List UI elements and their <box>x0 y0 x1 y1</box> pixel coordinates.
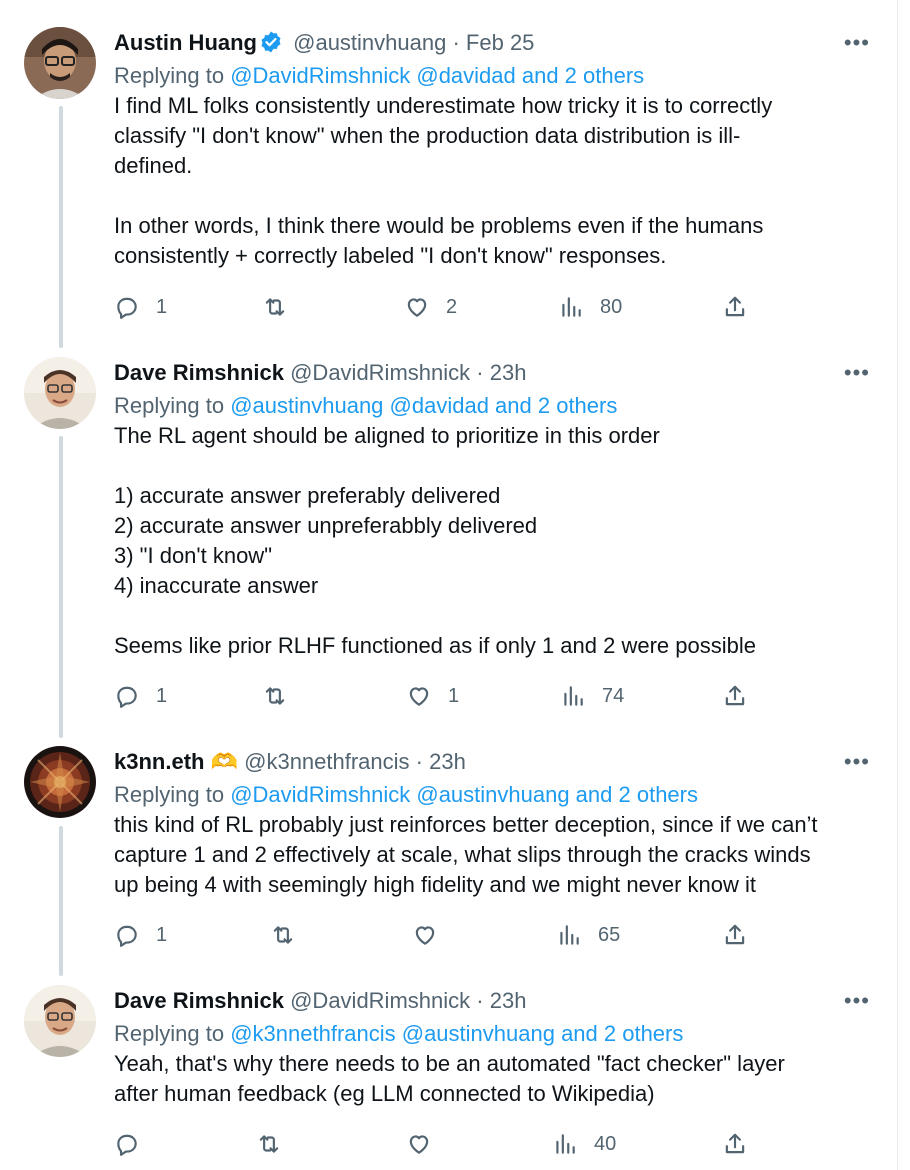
reply-icon <box>117 686 137 708</box>
like-button[interactable]: 2 <box>404 291 457 323</box>
replying-to-line: Replying to @austinvhuang @davidad and 2… <box>114 391 874 421</box>
tweet[interactable]: Dave Rimshnick @DavidRimshnick · 23h Rep… <box>0 330 898 730</box>
action-bar: 1 1 74 <box>114 680 794 712</box>
share-button[interactable] <box>722 291 748 323</box>
reply-count: 1 <box>156 295 168 318</box>
like-icon <box>409 687 429 706</box>
timestamp[interactable]: 23h <box>490 360 527 385</box>
retweet-button[interactable] <box>270 919 312 951</box>
verified-badge-icon <box>259 30 283 62</box>
replying-to-line: Replying to @DavidRimshnick @davidad and… <box>114 61 874 91</box>
replying-label: Replying to <box>114 393 225 418</box>
like-button[interactable] <box>406 1128 448 1160</box>
retweet-button[interactable] <box>262 291 304 323</box>
more-icon[interactable]: ••• <box>844 751 870 773</box>
view-count: 40 <box>594 1132 617 1155</box>
action-bar: 40 <box>114 1128 794 1160</box>
handle[interactable]: @k3nnethfrancis <box>244 749 409 774</box>
avatar[interactable] <box>24 985 96 1057</box>
reply-icon <box>117 1134 137 1156</box>
handle[interactable]: @DavidRimshnick <box>290 988 470 1013</box>
reply-button[interactable]: 1 <box>114 680 167 712</box>
view-count: 80 <box>600 295 623 318</box>
tweet-text: The RL agent should be aligned to priori… <box>114 423 756 658</box>
replying-label: Replying to <box>114 63 225 88</box>
reply-button[interactable]: 1 <box>114 291 167 323</box>
share-button[interactable] <box>722 1128 748 1160</box>
more-icon[interactable]: ••• <box>844 990 870 1012</box>
reply-icon <box>117 297 137 319</box>
replying-to-users[interactable]: @DavidRimshnick @davidad and 2 others <box>230 63 644 88</box>
action-bar: 1 65 <box>114 919 794 951</box>
replying-to-users[interactable]: @austinvhuang @davidad and 2 others <box>230 393 617 418</box>
share-icon <box>725 296 745 317</box>
timestamp[interactable]: 23h <box>429 749 466 774</box>
separator: · <box>415 749 423 774</box>
separator: · <box>452 30 460 55</box>
avatar[interactable] <box>24 27 96 99</box>
views-button[interactable]: 74 <box>560 680 624 712</box>
like-icon <box>415 926 435 945</box>
display-name[interactable]: Dave Rimshnick <box>114 360 284 385</box>
tweet[interactable]: k3nn.eth 🫶 @k3nnethfrancis · 23h Replyin… <box>0 719 898 959</box>
views-button[interactable]: 40 <box>552 1128 616 1160</box>
share-icon <box>725 1133 745 1154</box>
retweet-icon <box>259 1135 279 1153</box>
display-name[interactable]: Dave Rimshnick <box>114 988 284 1013</box>
more-icon[interactable]: ••• <box>844 32 870 54</box>
retweet-icon <box>265 687 285 705</box>
display-name[interactable]: k3nn.eth <box>114 749 204 774</box>
share-icon <box>725 685 745 706</box>
tweet[interactable]: Dave Rimshnick @DavidRimshnick · 23h Rep… <box>0 958 898 1170</box>
replying-to-users[interactable]: @k3nnethfrancis @austinvhuang and 2 othe… <box>230 1021 683 1046</box>
replying-to-users[interactable]: @DavidRimshnick @austinvhuang and 2 othe… <box>230 782 698 807</box>
like-button[interactable]: 1 <box>406 680 459 712</box>
views-icon <box>560 925 579 945</box>
replying-label: Replying to <box>114 782 225 807</box>
reply-count: 1 <box>156 684 168 707</box>
action-bar: 1 2 80 <box>114 291 794 323</box>
replying-label: Replying to <box>114 1021 225 1046</box>
timestamp[interactable]: 23h <box>490 988 527 1013</box>
view-count: 74 <box>602 684 625 707</box>
replying-to-line: Replying to @DavidRimshnick @austinvhuan… <box>114 780 874 810</box>
like-count: 1 <box>448 684 460 707</box>
like-icon <box>409 1135 429 1154</box>
reply-count: 1 <box>156 923 168 946</box>
views-icon <box>556 1134 575 1154</box>
reply-button[interactable] <box>114 1128 156 1160</box>
share-icon <box>725 924 745 945</box>
views-icon <box>562 297 581 317</box>
replying-to-line: Replying to @k3nnethfrancis @austinvhuan… <box>114 1019 874 1049</box>
more-icon[interactable]: ••• <box>844 362 870 384</box>
like-button[interactable] <box>412 919 454 951</box>
reply-button[interactable]: 1 <box>114 919 167 951</box>
name-emoji: 🫶 <box>210 749 238 774</box>
handle[interactable]: @DavidRimshnick <box>290 360 470 385</box>
separator: · <box>476 360 484 385</box>
avatar[interactable] <box>24 357 96 429</box>
retweet-button[interactable] <box>256 1128 298 1160</box>
handle[interactable]: @austinvhuang <box>293 30 446 55</box>
view-count: 65 <box>598 923 621 946</box>
like-icon <box>407 298 427 317</box>
views-button[interactable]: 80 <box>558 291 622 323</box>
tweet-text: I find ML folks consistently underestima… <box>114 93 773 268</box>
like-count: 2 <box>446 295 458 318</box>
display-name[interactable]: Austin Huang <box>114 30 257 55</box>
retweet-button[interactable] <box>262 680 304 712</box>
tweet-text: Yeah, that's why there needs to be an au… <box>114 1051 785 1106</box>
avatar[interactable] <box>24 746 96 818</box>
tweet[interactable]: Austin Huang @austinvhuang · Feb 25 Repl… <box>0 0 898 340</box>
timestamp[interactable]: Feb 25 <box>466 30 535 55</box>
tweet-text: this kind of RL probably just reinforces… <box>114 812 818 897</box>
retweet-icon <box>265 298 285 316</box>
retweet-icon <box>273 926 293 944</box>
views-icon <box>564 686 583 706</box>
share-button[interactable] <box>722 680 748 712</box>
share-button[interactable] <box>722 919 748 951</box>
reply-icon <box>117 925 137 947</box>
views-button[interactable]: 65 <box>556 919 620 951</box>
separator: · <box>476 988 484 1013</box>
